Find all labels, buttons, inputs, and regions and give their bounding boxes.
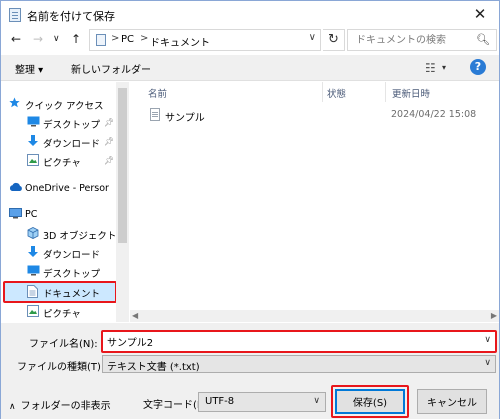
sidebar-item-label: デスクトップ bbox=[43, 269, 101, 280]
filename-input[interactable] bbox=[103, 332, 473, 351]
chevron-down-icon[interactable]: ▾ bbox=[442, 63, 446, 72]
sidebar-item-label: PC bbox=[25, 209, 38, 220]
chevron-up-icon: ∧ bbox=[9, 402, 16, 412]
scroll-right-icon[interactable]: ▶ bbox=[491, 311, 497, 320]
forward-icon[interactable]: → bbox=[33, 32, 43, 46]
chevron-down-icon[interactable]: ∨ bbox=[484, 358, 491, 368]
cancel-button[interactable]: キャンセル bbox=[417, 389, 487, 414]
file-list: 名前 状態 更新日時 サンプル 2024/04/22 15:08 bbox=[130, 82, 499, 322]
notepad-icon bbox=[9, 8, 21, 22]
new-folder-button[interactable]: 新しいフォルダー bbox=[71, 61, 151, 76]
navigation-scrollbar[interactable] bbox=[116, 82, 129, 322]
column-divider[interactable] bbox=[322, 82, 323, 102]
refresh-button[interactable]: ↻ bbox=[323, 29, 345, 51]
desktop-icon bbox=[27, 116, 40, 130]
navigation-bar: ← → ∨ ↑ > PC > ドキュメント ∨ ↻ 🔍︎ bbox=[1, 29, 499, 51]
file-name: サンプル bbox=[165, 113, 205, 124]
search-input[interactable] bbox=[348, 30, 476, 50]
sidebar-item-label: OneDrive - Persor bbox=[25, 183, 109, 194]
breadcrumb-separator: > bbox=[111, 33, 120, 44]
sidebar-item-label: 3D オブジェクト bbox=[43, 231, 117, 242]
filetype-select[interactable]: テキスト文書 (*.txt) ∨ bbox=[102, 355, 496, 373]
hide-folders-label: フォルダーの非表示 bbox=[20, 401, 111, 412]
save-button[interactable]: 保存(S) bbox=[335, 389, 405, 414]
column-header-name[interactable]: 名前 bbox=[148, 86, 167, 100]
organize-button[interactable]: 整理 ▾ bbox=[15, 61, 43, 76]
hide-folders-button[interactable]: ∧ フォルダーの非表示 bbox=[9, 397, 111, 412]
column-divider[interactable] bbox=[385, 82, 386, 102]
encoding-value: UTF-8 bbox=[205, 396, 235, 407]
file-date: 2024/04/22 15:08 bbox=[391, 109, 477, 120]
sidebar-item-label: クイック アクセス bbox=[25, 101, 104, 112]
sidebar-item-label: デスクトップ bbox=[43, 120, 101, 131]
pin-icon[interactable]: 📌︎ bbox=[104, 118, 114, 127]
cloud-icon bbox=[9, 182, 23, 195]
sidebar-item-label: ドキュメント bbox=[43, 289, 101, 300]
recent-locations-icon[interactable]: ∨ bbox=[53, 34, 60, 44]
column-header-status[interactable]: 状態 bbox=[327, 86, 346, 100]
command-bar: 整理 ▾ 新しいフォルダー ☷ ▾ ? bbox=[1, 55, 499, 81]
filetype-label: ファイルの種類(T): bbox=[17, 362, 105, 373]
encoding-select[interactable]: UTF-8 ∨ bbox=[198, 392, 326, 412]
breadcrumb-documents[interactable]: ドキュメント bbox=[150, 34, 210, 49]
close-button[interactable]: ✕ bbox=[467, 3, 493, 25]
chevron-down-icon[interactable]: ∨ bbox=[484, 335, 491, 345]
filename-field[interactable]: ∨ bbox=[101, 330, 497, 353]
save-options-panel: ファイル名(N): ∨ ファイルの種類(T): テキスト文書 (*.txt) ∨… bbox=[1, 323, 499, 419]
chevron-down-icon[interactable]: ∨ bbox=[309, 32, 316, 43]
file-row[interactable]: サンプル 2024/04/22 15:08 bbox=[146, 106, 496, 124]
pictures-icon bbox=[27, 154, 39, 169]
star-icon bbox=[9, 97, 20, 111]
filetype-value: テキスト文書 (*.txt) bbox=[107, 362, 200, 373]
scroll-left-icon[interactable]: ◀ bbox=[132, 311, 138, 320]
pin-icon[interactable]: 📌︎ bbox=[104, 156, 114, 165]
pc-icon bbox=[9, 208, 22, 222]
sidebar-item-label: ダウンロード bbox=[43, 139, 101, 150]
sidebar-item-label: ピクチャ bbox=[43, 309, 81, 320]
pc-icon bbox=[96, 34, 106, 46]
filename-label: ファイル名(N): bbox=[29, 339, 98, 350]
sidebar-item-label: ダウンロード bbox=[43, 250, 101, 261]
title-bar: 名前を付けて保存 ✕ bbox=[1, 1, 499, 29]
column-header-date[interactable]: 更新日時 bbox=[392, 86, 430, 100]
chevron-down-icon[interactable]: ∨ bbox=[313, 396, 320, 406]
sidebar-item-label: ピクチャ bbox=[43, 158, 81, 169]
address-bar[interactable]: > PC > ドキュメント ∨ bbox=[89, 29, 321, 51]
download-icon bbox=[27, 135, 39, 150]
navigation-pane: クイック アクセス デスクトップ 📌︎ ダウンロード 📌︎ ピクチャ 📌︎ On… bbox=[1, 82, 129, 322]
download-icon bbox=[27, 246, 39, 261]
search-icon[interactable]: 🔍︎ bbox=[476, 33, 490, 46]
breadcrumb-separator: > bbox=[140, 33, 149, 44]
save-as-dialog: 名前を付けて保存 ✕ ← → ∨ ↑ > PC > ドキュメント ∨ ↻ 🔍︎ … bbox=[0, 0, 500, 419]
horizontal-scrollbar[interactable]: ◀ ▶ bbox=[130, 310, 499, 322]
up-icon[interactable]: ↑ bbox=[71, 32, 81, 46]
breadcrumb-pc[interactable]: PC bbox=[121, 34, 134, 45]
desktop-icon bbox=[27, 265, 40, 279]
scrollbar-thumb[interactable] bbox=[118, 88, 127, 243]
pictures-icon bbox=[27, 305, 39, 320]
help-icon[interactable]: ? bbox=[470, 59, 486, 75]
text-file-icon bbox=[150, 108, 160, 121]
back-icon[interactable]: ← bbox=[11, 32, 21, 46]
pin-icon[interactable]: 📌︎ bbox=[104, 137, 114, 146]
document-icon bbox=[27, 285, 38, 301]
search-box[interactable]: 🔍︎ bbox=[347, 29, 497, 51]
view-options-icon[interactable]: ☷ bbox=[425, 61, 436, 75]
window-title: 名前を付けて保存 bbox=[27, 10, 115, 23]
cube-icon bbox=[27, 227, 39, 242]
